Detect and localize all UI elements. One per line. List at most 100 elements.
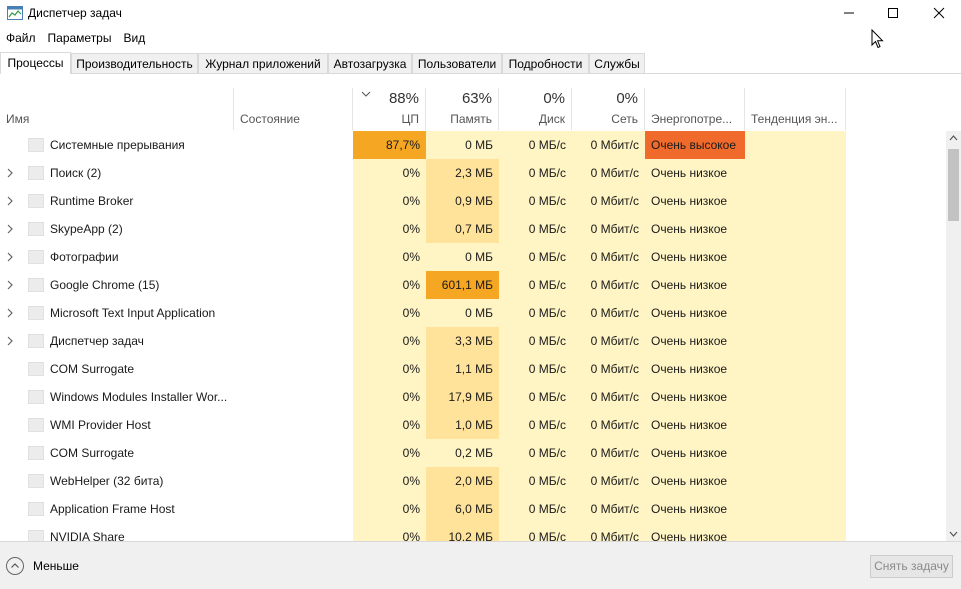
column-power-trend-label: Тенденция эн... bbox=[751, 112, 838, 126]
process-name: Фотографии bbox=[50, 250, 119, 264]
minimize-button[interactable] bbox=[826, 0, 872, 28]
cpu-cell: 0% bbox=[353, 355, 426, 383]
disk-cell: 0 МБ/с bbox=[499, 495, 572, 523]
disk-cell: 0 МБ/с bbox=[499, 159, 572, 187]
power-trend-cell bbox=[745, 243, 846, 271]
power-usage-cell: Очень низкое bbox=[645, 495, 745, 523]
tab-processes[interactable]: Процессы bbox=[0, 52, 71, 74]
tab-performance[interactable]: Производительность bbox=[71, 53, 198, 73]
tab-users[interactable]: Пользователи bbox=[412, 53, 502, 73]
power-usage-cell: Очень низкое bbox=[645, 159, 745, 187]
tab-services[interactable]: Службы bbox=[589, 53, 645, 73]
tab-app-history[interactable]: Журнал приложений bbox=[198, 53, 328, 73]
table-row[interactable]: Фотографии 0% 0 МБ 0 МБ/с 0 Мбит/с Очень низк… bbox=[0, 243, 946, 271]
table-row[interactable]: Runtime Broker 0% 0,9 МБ 0 МБ/с 0 Мбит/с Очен… bbox=[0, 187, 946, 215]
table-row[interactable]: Поиск (2) 0% 2,3 МБ 0 МБ/с 0 Мбит/с Очень низ… bbox=[0, 159, 946, 187]
process-name: COM Surrogate bbox=[50, 446, 135, 460]
end-task-button[interactable]: Снять задачу bbox=[870, 555, 953, 578]
chevron-right-icon[interactable] bbox=[6, 196, 14, 206]
table-row[interactable]: SkypeApp (2) 0% 0,7 МБ 0 МБ/с 0 Мбит/с Очень … bbox=[0, 215, 946, 243]
table-row[interactable]: Системные прерывания 87,7% 0 МБ 0 МБ/с 0 Мби… bbox=[0, 131, 946, 159]
close-button[interactable] bbox=[916, 0, 961, 28]
chevron-right-icon[interactable] bbox=[6, 224, 14, 234]
scroll-up-icon[interactable] bbox=[949, 135, 958, 141]
menu-options[interactable]: Параметры bbox=[42, 29, 118, 49]
process-icon bbox=[28, 530, 44, 541]
chevron-right-icon[interactable] bbox=[6, 336, 14, 346]
column-header-memory[interactable]: 63% Память bbox=[426, 88, 499, 130]
network-cell: 0 Мбит/с bbox=[572, 131, 645, 159]
network-cell: 0 Мбит/с bbox=[572, 327, 645, 355]
maximize-button[interactable] bbox=[870, 0, 916, 28]
column-header-network[interactable]: 0% Сеть bbox=[572, 88, 645, 130]
scroll-down-icon[interactable] bbox=[949, 531, 958, 537]
power-trend-cell bbox=[745, 467, 846, 495]
menu-view[interactable]: Вид bbox=[117, 29, 151, 49]
table-row[interactable]: COM Surrogate 0% 0,2 МБ 0 МБ/с 0 Мбит/с Очень… bbox=[0, 439, 946, 467]
cpu-cell: 0% bbox=[353, 523, 426, 541]
fewer-details-button[interactable]: Меньше bbox=[6, 556, 79, 576]
table-row[interactable]: Windows Modules Installer Wor... 0% 17,9 М… bbox=[0, 383, 946, 411]
process-icon bbox=[28, 278, 44, 292]
table-row[interactable]: WebHelper (32 бита) 0% 2,0 МБ 0 МБ/с 0 Мбит/… bbox=[0, 467, 946, 495]
chevron-right-icon[interactable] bbox=[6, 252, 14, 262]
disk-cell: 0 МБ/с bbox=[499, 383, 572, 411]
column-header-status[interactable]: Состояние bbox=[234, 88, 353, 130]
vertical-scrollbar[interactable] bbox=[946, 131, 961, 541]
process-name: Runtime Broker bbox=[50, 194, 134, 208]
chevron-right-icon[interactable] bbox=[6, 280, 14, 290]
chevron-up-icon bbox=[6, 557, 24, 575]
tab-startup[interactable]: Автозагрузка bbox=[328, 53, 412, 73]
memory-cell: 3,3 МБ bbox=[426, 327, 499, 355]
table-row[interactable]: Google Chrome (15) 0% 601,1 МБ 0 МБ/с 0 Мбит… bbox=[0, 271, 946, 299]
table-row[interactable]: Microsoft Text Input Application 0% 0 МБ 0 … bbox=[0, 299, 946, 327]
power-trend-cell bbox=[745, 383, 846, 411]
process-icon bbox=[28, 166, 44, 180]
process-table: Системные прерывания 87,7% 0 МБ 0 МБ/с 0 Мби… bbox=[0, 131, 946, 541]
chevron-right-icon[interactable] bbox=[6, 168, 14, 178]
table-row[interactable]: COM Surrogate 0% 1,1 МБ 0 МБ/с 0 Мбит/с Очень… bbox=[0, 355, 946, 383]
column-header-cpu[interactable]: 88% ЦП bbox=[353, 88, 426, 130]
disk-cell: 0 МБ/с bbox=[499, 299, 572, 327]
cpu-cell: 0% bbox=[353, 187, 426, 215]
power-trend-cell bbox=[745, 439, 846, 467]
table-row[interactable]: Диспетчер задач 0% 3,3 МБ 0 МБ/с 0 Мбит/с Оче… bbox=[0, 327, 946, 355]
network-cell: 0 Мбит/с bbox=[572, 243, 645, 271]
memory-cell: 1,0 МБ bbox=[426, 411, 499, 439]
close-icon bbox=[933, 7, 945, 19]
memory-cell: 2,0 МБ bbox=[426, 467, 499, 495]
process-name: WebHelper (32 бита) bbox=[50, 474, 164, 488]
power-trend-cell bbox=[745, 299, 846, 327]
power-usage-cell: Очень низкое bbox=[645, 215, 745, 243]
table-row[interactable]: Application Frame Host 0% 6,0 МБ 0 МБ/с 0 Мб… bbox=[0, 495, 946, 523]
memory-cell: 0 МБ bbox=[426, 299, 499, 327]
mouse-cursor-icon bbox=[871, 29, 884, 49]
process-icon bbox=[28, 138, 44, 152]
chevron-right-icon[interactable] bbox=[6, 308, 14, 318]
table-row[interactable]: NVIDIA Share 0% 10,2 МБ 0 МБ/с 0 Мбит/с Очень… bbox=[0, 523, 946, 541]
column-header-power-trend[interactable]: Тенденция эн... bbox=[745, 88, 846, 130]
column-header-disk[interactable]: 0% Диск bbox=[499, 88, 572, 130]
power-trend-cell bbox=[745, 495, 846, 523]
process-icon bbox=[28, 222, 44, 236]
column-network-label: Сеть bbox=[611, 112, 638, 126]
column-header-power[interactable]: Энергопотре... bbox=[645, 88, 745, 130]
table-row[interactable]: WMI Provider Host 0% 1,0 МБ 0 МБ/с 0 Мбит/с О… bbox=[0, 411, 946, 439]
column-disk-label: Диск bbox=[538, 112, 565, 126]
power-usage-cell: Очень низкое bbox=[645, 467, 745, 495]
tab-details[interactable]: Подробности bbox=[502, 53, 589, 73]
cpu-cell: 0% bbox=[353, 271, 426, 299]
process-icon bbox=[28, 418, 44, 432]
disk-cell: 0 МБ/с bbox=[499, 271, 572, 299]
disk-cell: 0 МБ/с bbox=[499, 467, 572, 495]
process-name: COM Surrogate bbox=[50, 362, 135, 376]
menu-file[interactable]: Файл bbox=[0, 29, 42, 49]
process-icon bbox=[28, 194, 44, 208]
network-cell: 0 Мбит/с bbox=[572, 215, 645, 243]
power-trend-cell bbox=[745, 355, 846, 383]
cpu-cell: 0% bbox=[353, 439, 426, 467]
column-header-name[interactable]: Имя bbox=[0, 88, 234, 130]
cpu-cell: 87,7% bbox=[353, 131, 426, 159]
task-manager-icon bbox=[7, 6, 23, 20]
scrollbar-thumb[interactable] bbox=[948, 149, 959, 221]
